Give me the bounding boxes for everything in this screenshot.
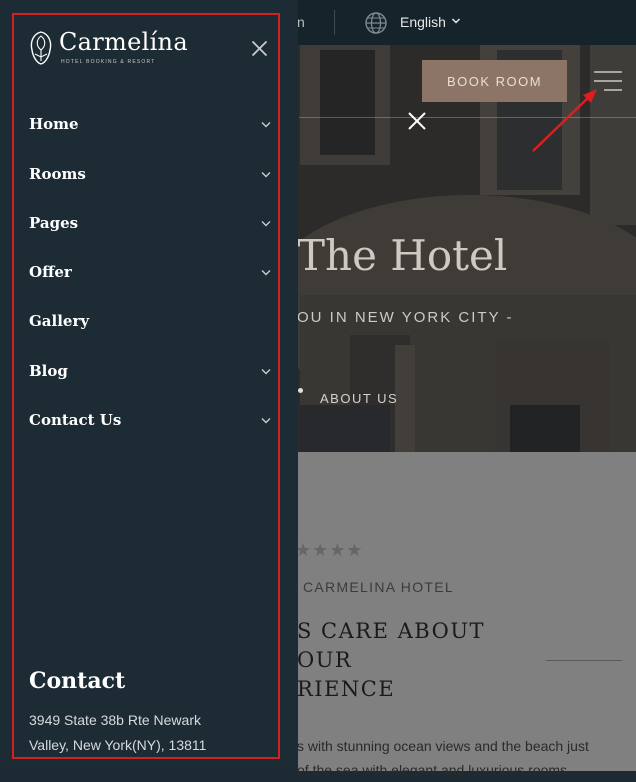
body-line: of the sea with elegant and luxurious ro… bbox=[297, 762, 568, 778]
breadcrumb-dot bbox=[298, 388, 303, 393]
page-subtitle: OU IN NEW YORK CITY - bbox=[297, 309, 514, 326]
chevron-down-icon[interactable] bbox=[261, 269, 271, 276]
contact-heading: Contact bbox=[29, 668, 126, 694]
close-icon[interactable] bbox=[406, 110, 428, 132]
menu-item-label: Home bbox=[29, 115, 79, 133]
chevron-down-icon[interactable] bbox=[261, 121, 271, 128]
brand-tagline: HOTEL BOOKING & RESORT bbox=[61, 59, 156, 65]
logo-icon bbox=[30, 31, 52, 65]
address-line: Valley, New York(NY), 13811 bbox=[29, 737, 207, 753]
language-selector[interactable]: English bbox=[400, 14, 446, 30]
globe-icon[interactable] bbox=[364, 11, 388, 35]
heading-line: OUR bbox=[297, 648, 353, 672]
topbar-fragment: n bbox=[297, 14, 305, 30]
chevron-down-icon[interactable] bbox=[261, 417, 271, 424]
menu-item-contact-us[interactable]: Contact Us bbox=[29, 407, 271, 433]
address-line: 3949 State 38b Rte Newark bbox=[29, 712, 201, 728]
menu-item-home[interactable]: Home bbox=[29, 111, 271, 137]
heading-line: S CARE ABOUT bbox=[297, 619, 486, 643]
header-divider bbox=[299, 117, 636, 118]
heading-divider bbox=[546, 660, 622, 661]
close-icon[interactable] bbox=[251, 40, 268, 57]
menu-item-label: Gallery bbox=[29, 312, 90, 330]
menu-item-label: Rooms bbox=[29, 165, 86, 183]
page-title: The Hotel bbox=[297, 231, 508, 280]
brand-name[interactable]: Carmelína bbox=[59, 28, 188, 56]
menu-item-offer[interactable]: Offer bbox=[29, 259, 271, 285]
topbar-divider bbox=[334, 10, 335, 35]
book-room-button[interactable]: BOOK ROOM bbox=[422, 60, 567, 102]
chevron-down-icon[interactable] bbox=[261, 171, 271, 178]
menu-item-rooms[interactable]: Rooms bbox=[29, 161, 271, 187]
heading-line: RIENCE bbox=[297, 677, 396, 701]
body-line: s with stunning ocean views and the beac… bbox=[297, 738, 589, 754]
menu-item-label: Contact Us bbox=[29, 411, 122, 429]
menu-item-blog[interactable]: Blog bbox=[29, 358, 271, 384]
menu-item-label: Offer bbox=[29, 263, 72, 281]
section-kicker: CARMELINA HOTEL bbox=[303, 579, 454, 595]
chevron-down-icon[interactable] bbox=[261, 368, 271, 375]
menu-item-gallery[interactable]: Gallery bbox=[29, 308, 271, 334]
breadcrumb[interactable]: ABOUT US bbox=[320, 391, 398, 406]
chevron-down-icon[interactable] bbox=[261, 220, 271, 227]
menu-item-label: Pages bbox=[29, 214, 79, 232]
section-body: s with stunning ocean views and the beac… bbox=[297, 734, 627, 782]
side-menu-panel: Carmelína HOTEL BOOKING & RESORT Home Ro… bbox=[0, 0, 298, 771]
section-heading: S CARE ABOUT OUR RIENCE bbox=[297, 617, 485, 704]
menu-item-pages[interactable]: Pages bbox=[29, 210, 271, 236]
chevron-down-icon[interactable] bbox=[451, 17, 461, 25]
star-rating: ★★★★ bbox=[295, 540, 364, 560]
hamburger-icon[interactable] bbox=[590, 67, 626, 95]
contact-address: 3949 State 38b Rte Newark Valley, New Yo… bbox=[29, 708, 269, 758]
menu-item-label: Blog bbox=[29, 362, 68, 380]
